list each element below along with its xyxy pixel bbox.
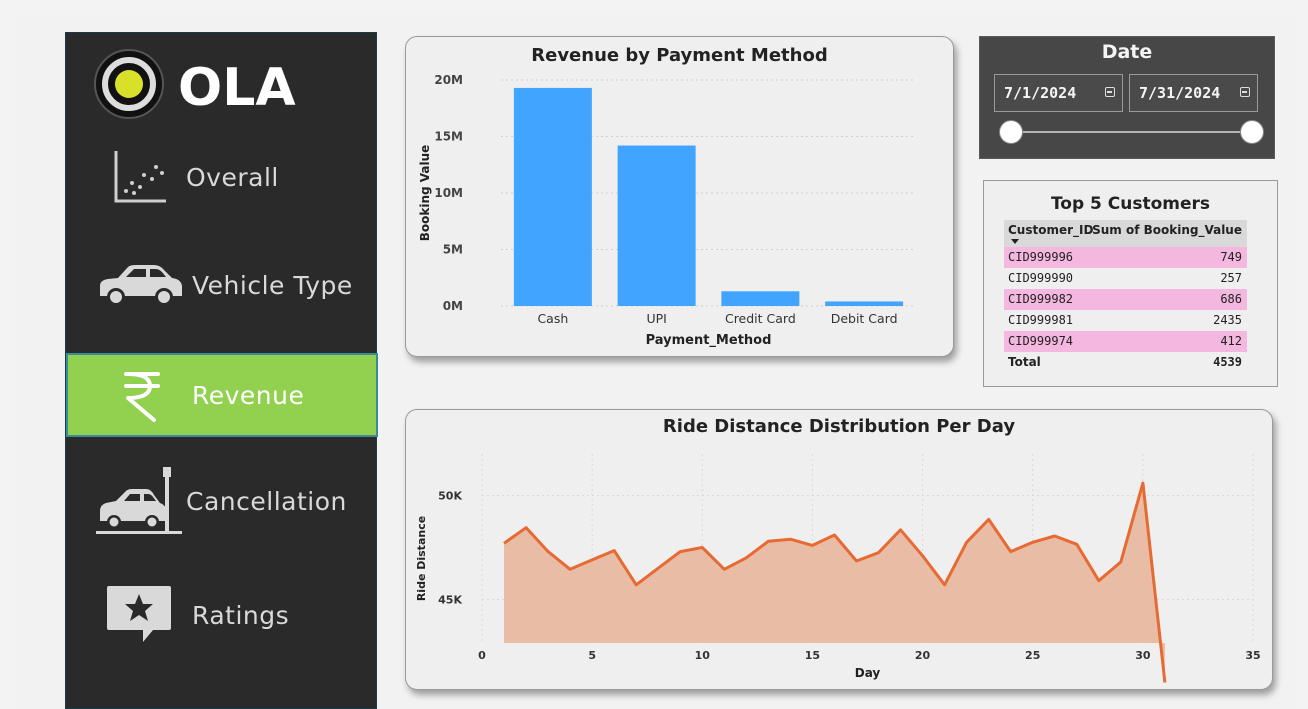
revenue-chart-card: Revenue by Payment Method 0M 5M 10M 15M 20M C… bbox=[405, 36, 954, 357]
nav-item-ratings[interactable]: Ratings bbox=[66, 573, 378, 657]
x-axis-label: Day bbox=[855, 666, 881, 680]
car-icon bbox=[94, 250, 186, 320]
table-row[interactable]: CID999996 749 bbox=[1004, 247, 1247, 268]
customer-id-cell: CID999990 bbox=[1008, 271, 1074, 285]
booking-value-cell: 2435 bbox=[1213, 313, 1242, 327]
car-parking-icon bbox=[94, 466, 186, 536]
y-axis-label: Ride Distance bbox=[415, 516, 428, 601]
ride-distance-chart-card: Ride Distance Distribution Per Day 0 5 10 1… bbox=[405, 409, 1273, 690]
nav-label-ratings: Ratings bbox=[192, 600, 290, 630]
nav-item-vehicle-type[interactable]: Vehicle Type bbox=[66, 243, 378, 327]
booking-value-cell: 686 bbox=[1220, 292, 1242, 306]
date-slicer: Date 7/1/2024 7/31/2024 bbox=[979, 36, 1275, 159]
x-tick-label: Cash bbox=[537, 311, 568, 326]
end-date-value: 7/31/2024 bbox=[1139, 84, 1221, 102]
y-tick-label: 20M bbox=[434, 73, 463, 87]
table-row[interactable]: CID999981 2435 bbox=[1004, 310, 1247, 331]
customer-id-cell: CID999996 bbox=[1008, 250, 1074, 264]
table-total-row: Total 4539 bbox=[1004, 352, 1247, 373]
x-tick-label: UPI bbox=[646, 311, 666, 326]
end-date-input[interactable]: 7/31/2024 bbox=[1129, 74, 1258, 112]
calendar-icon[interactable] bbox=[1240, 87, 1250, 97]
rupee-icon bbox=[96, 360, 188, 430]
y-tick-label: 15M bbox=[434, 130, 463, 144]
booking-value-cell: 257 bbox=[1220, 271, 1242, 285]
date-slicer-title: Date bbox=[1101, 41, 1153, 63]
start-date-input[interactable]: 7/1/2024 bbox=[994, 74, 1123, 112]
table-row[interactable]: CID999974 412 bbox=[1004, 331, 1247, 352]
bar bbox=[617, 145, 696, 306]
nav-label-overall: Overall bbox=[186, 162, 279, 192]
x-tick-label: 5 bbox=[588, 649, 596, 662]
area-fill bbox=[504, 483, 1165, 683]
customer-id-cell: CID999982 bbox=[1008, 292, 1074, 306]
column-header-customer-id[interactable]: Customer_ID bbox=[1008, 223, 1093, 237]
y-tick-label: 0M bbox=[443, 299, 463, 313]
booking-value-cell: 749 bbox=[1220, 250, 1242, 264]
total-value: 4539 bbox=[1213, 355, 1242, 369]
x-tick-label: Credit Card bbox=[725, 311, 796, 326]
sidebar: OLA Overall Vehicle Type Revenue Cancell… bbox=[65, 32, 378, 709]
nav-label-vehicle-type: Vehicle Type bbox=[192, 270, 353, 300]
nav-label-revenue: Revenue bbox=[192, 380, 305, 410]
x-tick-label: 15 bbox=[805, 649, 820, 662]
bar bbox=[513, 87, 592, 306]
logo-text: OLA bbox=[178, 58, 296, 118]
column-header-booking-value[interactable]: Sum of Booking_Value bbox=[1092, 223, 1242, 237]
customer-id-cell: CID999981 bbox=[1008, 313, 1074, 327]
x-tick-label: 10 bbox=[695, 649, 711, 662]
x-tick-label: 25 bbox=[1025, 649, 1040, 662]
ola-logo: OLA bbox=[94, 49, 296, 119]
calendar-icon[interactable] bbox=[1105, 87, 1115, 97]
total-label: Total bbox=[1008, 355, 1041, 369]
y-tick-label: 10M bbox=[434, 186, 463, 200]
table-row[interactable]: CID999982 686 bbox=[1004, 289, 1247, 310]
scatter-chart-icon bbox=[94, 142, 186, 212]
nav-item-revenue[interactable]: Revenue bbox=[66, 353, 378, 437]
start-date-value: 7/1/2024 bbox=[1004, 84, 1077, 102]
table-row[interactable]: CID999990 257 bbox=[1004, 268, 1247, 289]
date-end-handle[interactable] bbox=[1240, 120, 1264, 144]
x-tick-label: 20 bbox=[915, 649, 931, 662]
y-tick-label: 50K bbox=[438, 490, 462, 503]
booking-value-cell: 412 bbox=[1220, 334, 1242, 348]
y-tick-label: 45K bbox=[438, 593, 462, 606]
table-header: Customer_ID Sum of Booking_Value bbox=[1004, 220, 1247, 247]
bar bbox=[825, 301, 904, 306]
sort-descending-icon bbox=[1011, 239, 1019, 244]
nav-item-overall[interactable]: Overall bbox=[66, 135, 378, 219]
date-start-handle[interactable] bbox=[999, 120, 1023, 144]
revenue-bar-chart: 0M 5M 10M 15M 20M Cash UPI Credit Card Debit Car… bbox=[418, 73, 916, 348]
top-customers-title: Top 5 Customers bbox=[1050, 194, 1211, 214]
nav-item-cancellation[interactable]: Cancellation bbox=[66, 459, 378, 543]
x-tick-label: 30 bbox=[1135, 649, 1151, 662]
star-message-icon bbox=[94, 580, 186, 650]
customer-id-cell: CID999974 bbox=[1008, 334, 1074, 348]
bar bbox=[721, 291, 800, 306]
x-tick-label: Debit Card bbox=[831, 311, 898, 326]
y-axis-label: Booking Value bbox=[418, 145, 432, 242]
nav-label-cancellation: Cancellation bbox=[186, 486, 347, 516]
x-axis-label: Payment_Method bbox=[646, 333, 772, 348]
date-range-track[interactable] bbox=[1010, 131, 1254, 133]
x-tick-label: 35 bbox=[1245, 649, 1260, 662]
ride-distance-area-chart: 0 5 10 15 20 25 30 35 45K 50K Day Ride Distance bbox=[415, 454, 1261, 683]
top-customers-table: Customer_ID Sum of Booking_Value CID9999… bbox=[1004, 220, 1247, 373]
y-tick-label: 5M bbox=[443, 243, 463, 257]
x-tick-label: 0 bbox=[478, 649, 486, 662]
